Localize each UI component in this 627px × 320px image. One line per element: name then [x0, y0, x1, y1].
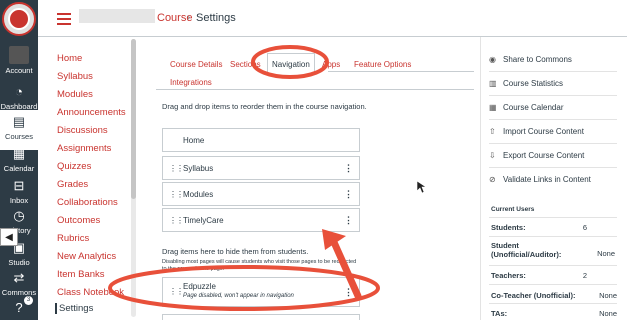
kebab-menu-icon[interactable]: ⋮: [344, 163, 353, 174]
hidden-items-note-2: to the course home page.: [162, 266, 225, 272]
course-nav-item-banks[interactable]: Item Banks: [57, 269, 105, 280]
tab-apps[interactable]: Apps: [322, 60, 340, 69]
nav-item-modules[interactable]: ⋮⋮ Modules ⋮: [162, 182, 360, 206]
global-nav: Account ◔ Dashboard ▤ Courses ▦ Calendar…: [0, 0, 38, 320]
drag-handle-icon[interactable]: ⋮⋮: [169, 216, 184, 225]
course-nav-class-notebook[interactable]: Class Notebook: [57, 287, 124, 298]
inbox-icon: ⊟: [13, 178, 25, 193]
breadcrumb-separator-icon: ›: [187, 12, 191, 23]
help-badge: 3: [24, 296, 33, 305]
course-nav-grades[interactable]: Grades: [57, 179, 88, 190]
users-row-teachers: Teachers: 2: [491, 271, 587, 280]
speaker-icon[interactable]: ◀: [0, 228, 18, 246]
tab-integrations[interactable]: Integrations: [170, 78, 212, 87]
course-nav-home[interactable]: Home: [57, 53, 82, 64]
calendar-icon: ▦: [489, 103, 497, 112]
tabs-divider-bottom: [156, 89, 474, 90]
institution-logo[interactable]: [2, 2, 36, 36]
nav-item-timelycare[interactable]: ⋮⋮ TimelyCare ⋮: [162, 208, 360, 232]
validate-links-link[interactable]: ⊘ Validate Links in Content: [489, 175, 619, 193]
course-nav-modules[interactable]: Modules: [57, 89, 93, 100]
right-sidebar: ◉ Share to Commons ▥ Course Statistics ▦ Co…: [480, 37, 627, 320]
course-nav-quizzes[interactable]: Quizzes: [57, 161, 91, 172]
download-icon: ⇩: [489, 151, 496, 160]
hidden-items-title: Drag items here to hide them from studen…: [162, 247, 309, 256]
users-count-auditor: None: [597, 249, 615, 258]
link-icon: ⊘: [489, 175, 496, 184]
global-nav-help[interactable]: ? 3: [0, 296, 38, 320]
users-row-tas: TAs: None: [491, 309, 617, 318]
course-nav-announcements[interactable]: Announcements: [57, 107, 126, 118]
upload-icon: ⇧: [489, 127, 496, 136]
courses-icon: ▤: [12, 114, 26, 129]
course-nav-new-analytics[interactable]: New Analytics: [57, 251, 116, 262]
course-nav-syllabus[interactable]: Syllabus: [57, 71, 93, 82]
hamburger-menu-icon[interactable]: [57, 13, 71, 25]
breadcrumb-course-code-redacted: [79, 9, 155, 23]
page-header: Course › Settings: [38, 0, 627, 37]
drag-handle-icon[interactable]: ⋮⋮: [169, 164, 184, 173]
dashboard-icon: ◔: [15, 84, 23, 99]
commons-icon: ⇄: [13, 270, 25, 285]
account-icon: [9, 46, 29, 64]
course-nav-outcomes[interactable]: Outcomes: [57, 215, 100, 226]
hidden-items-note: Disabling most pages will cause students…: [162, 259, 357, 265]
users-row-students: Students: 6: [491, 223, 587, 232]
breadcrumb-settings: Settings: [196, 12, 236, 24]
calendar-icon: ▦: [12, 146, 26, 161]
course-nav-rubrics[interactable]: Rubrics: [57, 233, 89, 244]
tab-navigation[interactable]: Navigation: [267, 53, 315, 72]
navigation-instructions: Drag and drop items to reorder them in t…: [162, 102, 367, 111]
global-nav-account[interactable]: Account: [0, 42, 38, 82]
users-row-co-teacher: Co-Teacher (Unofficial): None: [491, 291, 617, 300]
kebab-menu-icon[interactable]: ⋮: [344, 189, 353, 200]
drag-handle-icon[interactable]: ⋮⋮: [169, 190, 184, 199]
statistics-icon: ▥: [489, 79, 497, 88]
help-icon: ? 3: [11, 296, 33, 316]
kebab-menu-icon[interactable]: ⋮: [344, 215, 353, 226]
tab-course-details[interactable]: Course Details: [170, 60, 222, 69]
drag-handle-icon[interactable]: ⋮⋮: [169, 287, 184, 296]
nav-item-home: Home: [162, 128, 360, 152]
history-icon: ◷: [13, 208, 25, 223]
tab-feature-options[interactable]: Feature Options: [354, 60, 411, 69]
kebab-menu-icon[interactable]: ⋮: [344, 287, 353, 298]
course-nav-collaborations[interactable]: Collaborations: [57, 197, 118, 208]
nav-item-syllabus[interactable]: ⋮⋮ Syllabus ⋮: [162, 156, 360, 180]
course-nav-discussions[interactable]: Discussions: [57, 125, 108, 136]
settings-main: Course Details Sections Navigation Apps …: [138, 37, 480, 320]
nav-item-next-hidden[interactable]: [162, 314, 360, 320]
course-nav-assignments[interactable]: Assignments: [57, 143, 111, 154]
tab-sections[interactable]: Sections: [230, 60, 261, 69]
course-nav: Home Syllabus Modules Announcements Disc…: [38, 37, 138, 320]
nav-item-edpuzzle[interactable]: ⋮⋮ Edpuzzle Page disabled, won't appear …: [162, 277, 360, 307]
tabs-divider: [328, 71, 474, 72]
share-icon: ◉: [489, 55, 496, 64]
course-nav-settings[interactable]: Settings: [55, 303, 93, 314]
users-row-auditor: Student (Unofficial/Auditor):: [491, 241, 562, 259]
course-nav-scrollbar[interactable]: [131, 39, 136, 317]
current-users-title: Current Users: [491, 206, 535, 213]
